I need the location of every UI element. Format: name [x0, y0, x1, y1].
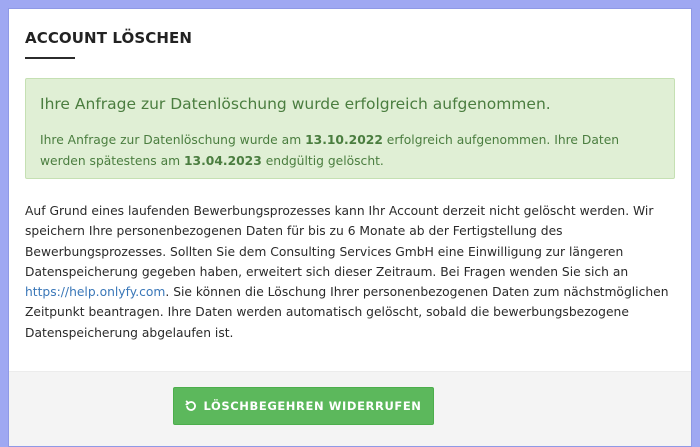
title-underline	[25, 57, 75, 59]
request-date: 13.10.2022	[305, 133, 383, 147]
alert-heading: Ihre Anfrage zur Datenlöschung wurde erf…	[40, 95, 551, 113]
revoke-deletion-button[interactable]: LÖSCHBEGEHREN WIDERRUFEN	[173, 387, 434, 425]
success-alert: Ihre Anfrage zur Datenlöschung wurde erf…	[25, 78, 675, 179]
alert-body-suffix: endgültig gelöscht.	[261, 154, 384, 168]
undo-icon	[185, 400, 197, 412]
account-delete-panel: ACCOUNT LÖSCHEN Ihre Anfrage zur Datenlö…	[8, 8, 692, 447]
revoke-deletion-button-label: LÖSCHBEGEHREN WIDERRUFEN	[203, 399, 422, 413]
deletion-date: 13.04.2023	[184, 154, 262, 168]
page-title: ACCOUNT LÖSCHEN	[25, 29, 193, 47]
help-link[interactable]: https://help.onlyfy.com	[25, 285, 165, 299]
alert-body-prefix: Ihre Anfrage zur Datenlöschung wurde am	[40, 133, 306, 147]
info-text: Auf Grund eines laufenden Bewerbungsproz…	[25, 201, 677, 343]
info-text-before-link: Auf Grund eines laufenden Bewerbungsproz…	[25, 204, 654, 279]
alert-body: Ihre Anfrage zur Datenlöschung wurde am …	[40, 130, 660, 172]
action-footer: LÖSCHBEGEHREN WIDERRUFEN	[9, 371, 691, 446]
